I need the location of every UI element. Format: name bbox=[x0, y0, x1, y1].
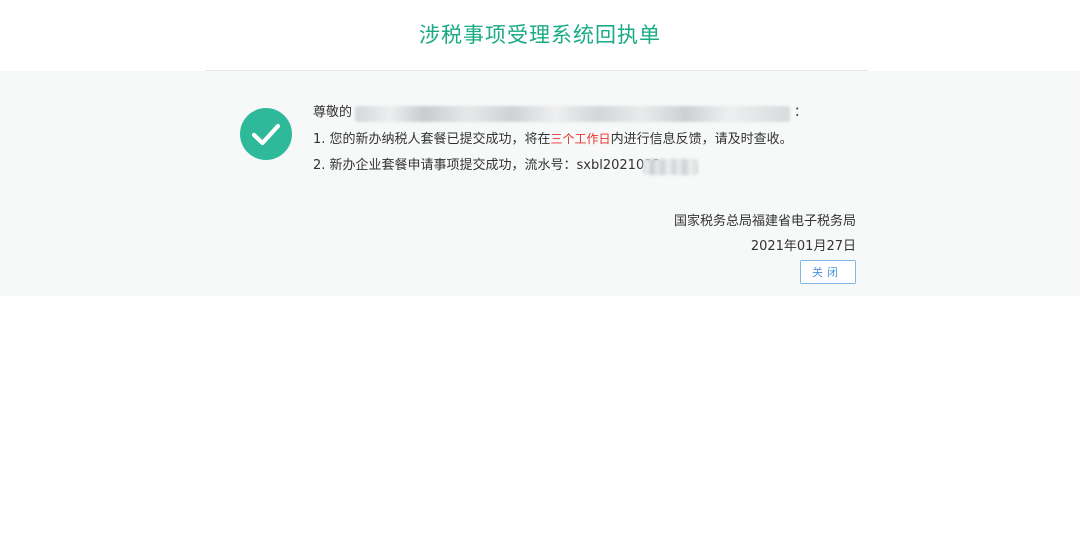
issuing-organization: 国家税务总局福建省电子税务局 bbox=[673, 214, 856, 229]
item1-text-end: 内进行信息反馈，请及时查收。 bbox=[610, 132, 793, 147]
page-title: 涉税事项受理系统回执单 bbox=[419, 23, 661, 47]
greeting-prefix: 尊敬的 bbox=[313, 105, 353, 120]
receipt-page: 涉税事项受理系统回执单 尊敬的 ： 1. 您的新办纳税人套餐已提交成功，将在三个… bbox=[0, 0, 1080, 538]
greeting-line: 尊敬的 bbox=[313, 104, 352, 122]
redacted-serial-number bbox=[643, 159, 698, 175]
greeting-colon: ： bbox=[794, 105, 808, 120]
item2-text: 2. 新办企业套餐申请事项提交成功，流水号：sxbl2021012 bbox=[313, 158, 661, 173]
item1-deadline-highlight: 三个工作日 bbox=[550, 132, 611, 146]
message-item-1: 1. 您的新办纳税人套餐已提交成功，将在三个工作日内进行信息反馈，请及时查收。 bbox=[313, 130, 793, 149]
redacted-taxpayer-name bbox=[355, 106, 790, 122]
check-circle-icon bbox=[240, 108, 292, 160]
item1-text-start: 1. 您的新办纳税人套餐已提交成功，将在 bbox=[313, 132, 551, 147]
checkmark-icon bbox=[251, 123, 281, 146]
close-button[interactable]: 关闭 bbox=[800, 260, 856, 284]
issue-date: 2021年01月27日 bbox=[750, 239, 856, 254]
receipt-panel bbox=[0, 71, 1080, 296]
message-item-2: 2. 新办企业套餐申请事项提交成功，流水号：sxbl2021012 bbox=[313, 157, 661, 175]
